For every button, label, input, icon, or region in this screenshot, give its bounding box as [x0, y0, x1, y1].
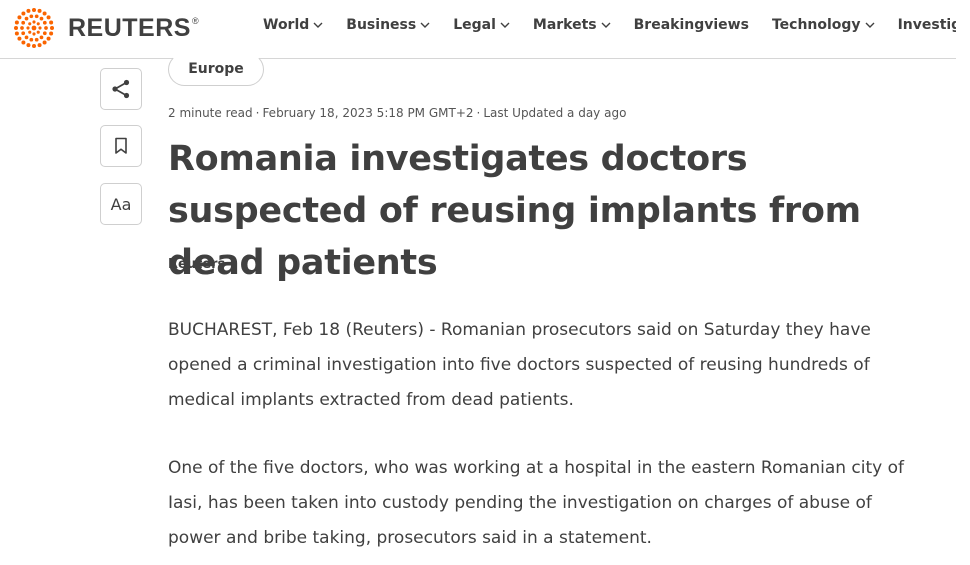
registered-mark: ® — [191, 15, 200, 26]
chevron-down-icon — [865, 22, 875, 28]
read-time: 2 minute read — [168, 106, 253, 120]
bookmark-button[interactable] — [100, 125, 142, 167]
section-tag-europe[interactable]: Europe — [168, 53, 264, 86]
published-date: February 18, 2023 5:18 PM GMT+2 — [262, 106, 474, 120]
nav-item-legal[interactable]: Legal — [453, 17, 510, 33]
article-paragraph: BUCHAREST, Feb 18 (Reuters) - Romanian p… — [168, 320, 871, 410]
meta-separator: · — [255, 106, 260, 120]
font-size-button[interactable]: Aa — [100, 183, 142, 225]
reuters-logo-icon — [14, 8, 54, 48]
site-header: REUTERS® World Business Legal Markets Br… — [0, 0, 956, 59]
reuters-logo[interactable]: REUTERS® — [8, 5, 199, 51]
nav-item-business[interactable]: Business — [346, 17, 430, 33]
chevron-down-icon — [500, 22, 510, 28]
main-nav: World Business Legal Markets Breakingvie… — [263, 0, 956, 50]
bookmark-icon — [115, 137, 127, 154]
nav-item-world[interactable]: World — [263, 17, 323, 33]
nav-item-breakingviews[interactable]: Breakingviews — [634, 17, 749, 33]
chevron-down-icon — [601, 22, 611, 28]
font-size-label: Aa — [110, 194, 132, 214]
nav-item-technology[interactable]: Technology — [772, 17, 875, 33]
chevron-down-icon — [313, 22, 323, 28]
chevron-down-icon — [420, 22, 430, 28]
article-meta: 2 minute read · February 18, 2023 5:18 PM … — [168, 106, 626, 120]
article-headline: Romania investigates doctors suspected o… — [168, 139, 861, 283]
meta-separator: · — [476, 106, 481, 120]
last-updated: Last Updated a day ago — [483, 106, 627, 120]
share-icon — [112, 79, 130, 99]
article-paragraph: One of the five doctors, who was working… — [168, 458, 904, 548]
share-button[interactable] — [100, 68, 142, 110]
nav-item-investigations[interactable]: Investigations — [898, 17, 956, 33]
brand-name: REUTERS® — [68, 13, 200, 42]
nav-item-markets[interactable]: Markets — [533, 17, 611, 33]
byline[interactable]: Reuters — [168, 257, 225, 272]
